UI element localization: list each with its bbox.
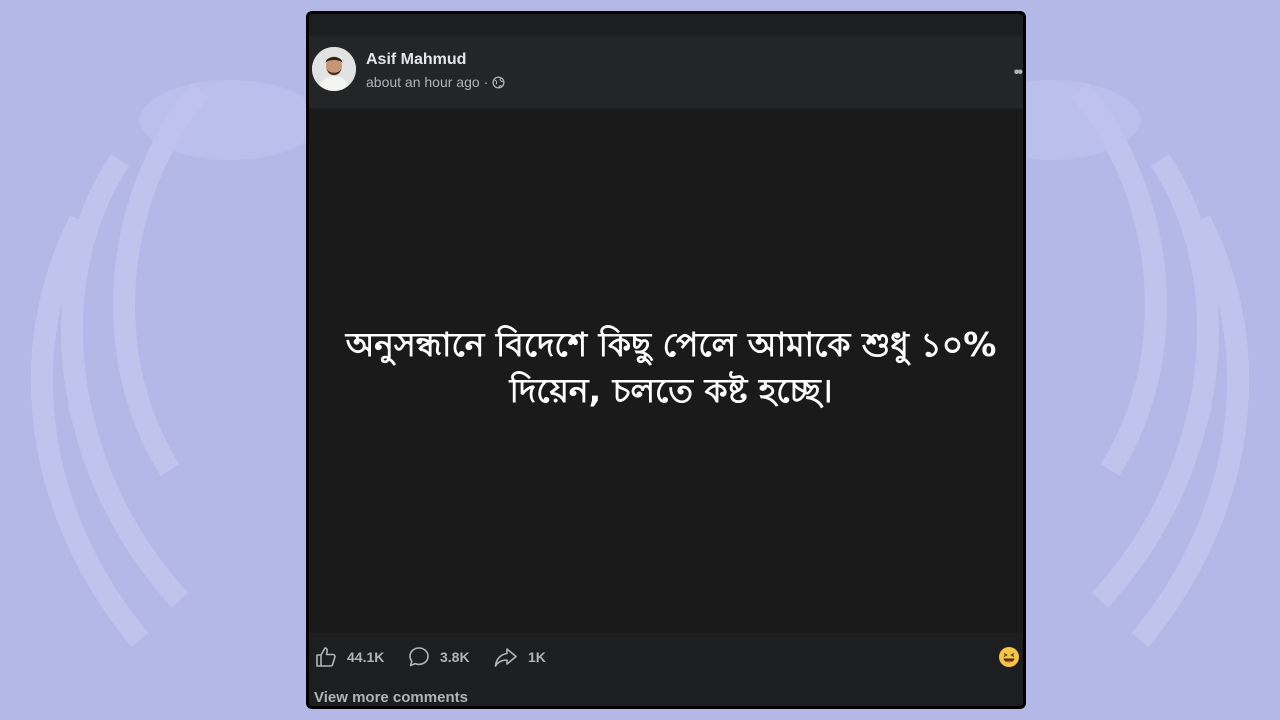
share-icon bbox=[494, 648, 517, 667]
globe-icon bbox=[492, 75, 505, 89]
post-body: Asif Mahmud about an hour ago · •• অনুসন… bbox=[309, 14, 1023, 706]
avatar[interactable] bbox=[312, 47, 356, 91]
view-more-comments-link[interactable]: View more comments bbox=[314, 689, 468, 706]
avatar-image bbox=[312, 47, 356, 91]
status-text: অনুসন্ধানে বিদেশে কিছু পেলে আমাকে শুধু ১… bbox=[345, 325, 997, 410]
post-header bbox=[309, 36, 1023, 108]
comment-icon bbox=[409, 647, 429, 667]
like-count: 44.1K bbox=[347, 649, 385, 665]
more-options-icon[interactable]: •• bbox=[1014, 64, 1023, 82]
comment-button[interactable]: 3.8K bbox=[407, 645, 470, 669]
share-count: 1K bbox=[528, 649, 546, 665]
facebook-post-card: Asif Mahmud about an hour ago · •• অনুসন… bbox=[306, 11, 1026, 709]
post-meta: about an hour ago · bbox=[366, 74, 505, 90]
like-icon bbox=[316, 647, 336, 667]
post-timestamp[interactable]: about an hour ago bbox=[366, 74, 480, 90]
comment-count: 3.8K bbox=[440, 649, 470, 665]
author-name[interactable]: Asif Mahmud bbox=[366, 51, 466, 69]
laughing-emoji-icon[interactable] bbox=[998, 646, 1020, 668]
meta-separator: · bbox=[483, 74, 489, 90]
post-actions-bar: 44.1K 3.8K 1K bbox=[309, 633, 1023, 687]
status-background: অনুসন্ধানে বিদেশে কিছু পেলে আমাকে শুধু ১… bbox=[309, 109, 1023, 633]
share-button[interactable]: 1K bbox=[493, 645, 546, 669]
like-button[interactable]: 44.1K bbox=[314, 645, 384, 669]
